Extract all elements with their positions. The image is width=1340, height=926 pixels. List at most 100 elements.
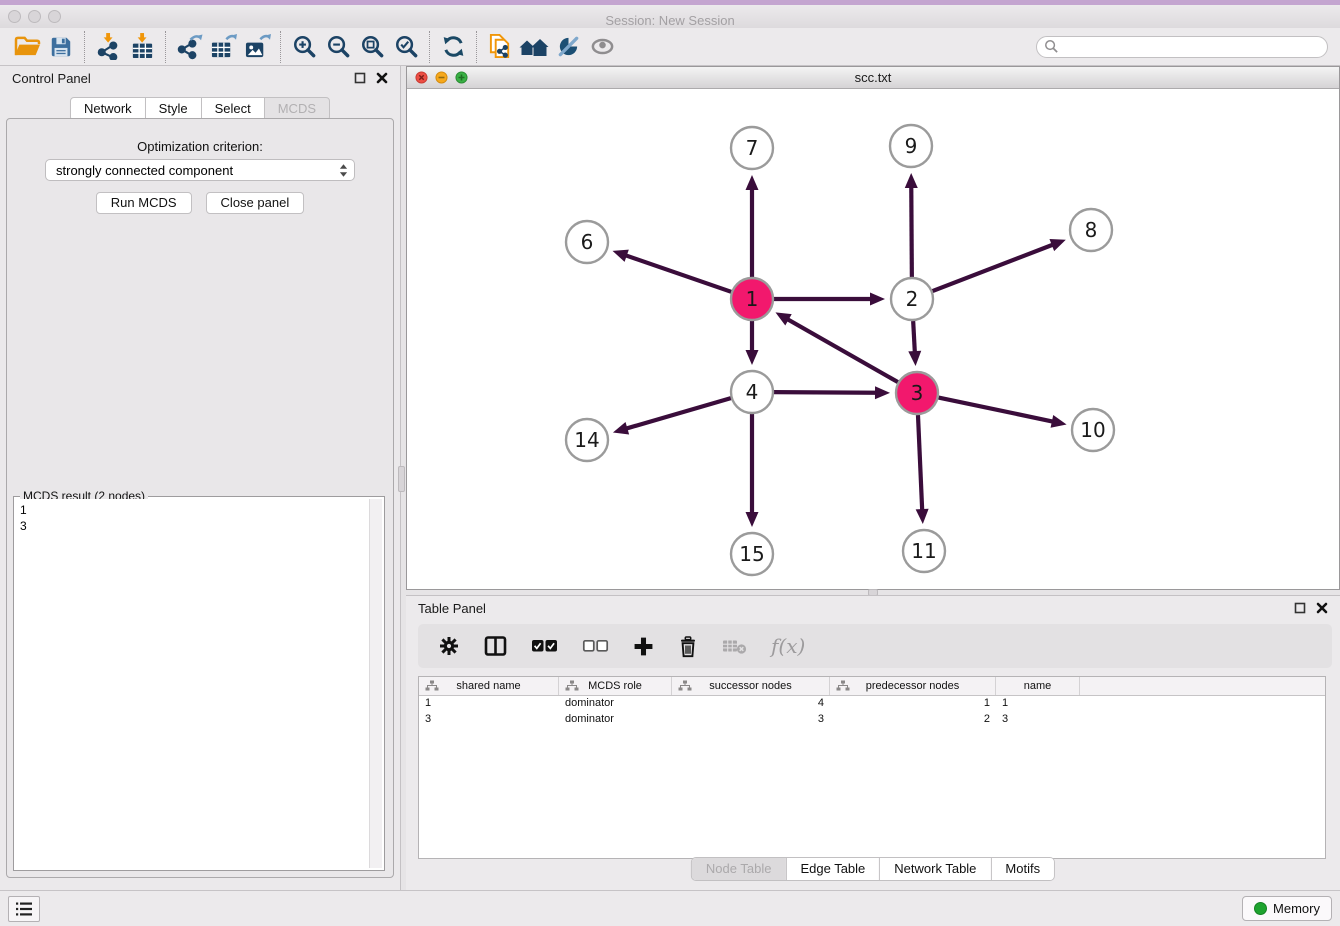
split-panel-button[interactable] xyxy=(484,631,507,661)
create-column-button[interactable] xyxy=(633,631,654,661)
graph-node-14[interactable]: 14 xyxy=(566,419,608,461)
graph-node-8[interactable]: 8 xyxy=(1070,209,1112,251)
table-panel-titlebar: Table Panel xyxy=(406,596,1340,620)
svg-text:7: 7 xyxy=(746,136,759,160)
deselect-all-checkboxes-icon xyxy=(582,639,609,653)
tab-motifs[interactable]: Motifs xyxy=(990,858,1054,880)
network-window-titlebar[interactable]: scc.txt xyxy=(407,67,1339,89)
arrowhead-icon xyxy=(1049,239,1065,251)
node-table[interactable]: shared name MCDS role successor nodes pr… xyxy=(418,676,1326,859)
export-image-button[interactable] xyxy=(240,32,274,62)
graph-node-2[interactable]: 2 xyxy=(891,278,933,320)
open-session-button[interactable] xyxy=(10,32,44,62)
function-builder-button-disabled[interactable]: f(x) xyxy=(771,631,805,661)
graph-edge-4-14[interactable] xyxy=(625,398,730,429)
select-all-button[interactable] xyxy=(531,631,558,661)
graph-node-4[interactable]: 4 xyxy=(731,371,773,413)
import-table-button[interactable] xyxy=(125,32,159,62)
graph-node-7[interactable]: 7 xyxy=(731,127,773,169)
svg-text:10: 10 xyxy=(1080,418,1105,442)
select-all-checkboxes-icon xyxy=(531,639,558,653)
close-panel-icon[interactable] xyxy=(376,72,388,84)
graph-edge-4-3[interactable] xyxy=(774,392,877,393)
column-header-predecessor-nodes[interactable]: predecessor nodes xyxy=(830,677,996,695)
memory-button[interactable]: Memory xyxy=(1242,896,1332,921)
save-icon xyxy=(49,35,73,59)
search-field[interactable] xyxy=(1036,36,1328,58)
search-input[interactable] xyxy=(1059,38,1327,56)
close-panel-icon[interactable] xyxy=(1316,602,1328,614)
cell-name: 1 xyxy=(996,696,1080,712)
network-window-title: scc.txt xyxy=(407,70,1339,85)
deselect-all-button[interactable] xyxy=(582,631,609,661)
table-panel-title: Table Panel xyxy=(418,601,486,616)
column-header-shared-name[interactable]: shared name xyxy=(419,677,559,695)
zoom-in-button[interactable] xyxy=(287,32,321,62)
export-table-button[interactable] xyxy=(206,32,240,62)
graph-node-9[interactable]: 9 xyxy=(890,125,932,167)
eye-toggle-button[interactable] xyxy=(585,32,619,62)
zoom-out-button[interactable] xyxy=(321,32,355,62)
tab-node-table[interactable]: Node Table xyxy=(692,858,786,880)
save-session-button[interactable] xyxy=(44,32,78,62)
tab-network-table[interactable]: Network Table xyxy=(879,858,990,880)
result-scrollbar[interactable] xyxy=(369,499,382,868)
arrowhead-icon xyxy=(746,175,759,190)
svg-text:4: 4 xyxy=(746,380,759,404)
criterion-dropdown[interactable]: strongly connected component xyxy=(45,159,355,181)
column-header-name[interactable]: name xyxy=(996,677,1080,695)
import-table-icon xyxy=(130,33,155,60)
welcome-screen-button[interactable] xyxy=(517,32,551,62)
export-network-button[interactable] xyxy=(172,32,206,62)
graph-edge-1-6[interactable] xyxy=(625,255,731,292)
cell-shared-name: 1 xyxy=(419,696,559,712)
zoom-fit-icon xyxy=(360,34,385,59)
delete-table-button-disabled[interactable] xyxy=(722,631,747,661)
graph-edge-3-10[interactable] xyxy=(939,398,1054,422)
toolbar-separator xyxy=(476,31,477,63)
graph-edge-2-8[interactable] xyxy=(933,244,1054,291)
graph-edge-3-1[interactable] xyxy=(787,319,898,382)
graph-node-6[interactable]: 6 xyxy=(566,221,608,263)
main-toolbar xyxy=(0,28,1340,66)
column-type-icon xyxy=(565,680,579,692)
toolbar-separator xyxy=(280,31,281,63)
table-row[interactable]: 3 dominator 3 2 3 xyxy=(419,712,1325,728)
mcds-result-list[interactable]: 1 3 xyxy=(16,499,368,868)
graph-node-10[interactable]: 10 xyxy=(1072,409,1114,451)
table-type-tabs: Node Table Edge Table Network Table Moti… xyxy=(691,857,1055,881)
search-icon xyxy=(1044,39,1059,54)
network-canvas[interactable]: 7 9 6 8 1 2 4 3 14 10 15 11 xyxy=(407,90,1339,589)
graph-node-15[interactable]: 15 xyxy=(731,533,773,575)
graph-edge-2-3[interactable] xyxy=(913,321,915,353)
tab-edge-table[interactable]: Edge Table xyxy=(785,858,879,880)
trash-icon xyxy=(678,635,698,658)
graph-edge-3-11[interactable] xyxy=(918,415,922,511)
style-toggle-button[interactable] xyxy=(551,32,585,62)
column-type-icon xyxy=(678,680,692,692)
refresh-button[interactable] xyxy=(436,32,470,62)
graph-node-11[interactable]: 11 xyxy=(903,530,945,572)
column-header-mcds-role[interactable]: MCDS role xyxy=(559,677,672,695)
open-network-file-button[interactable] xyxy=(483,32,517,62)
import-network-button[interactable] xyxy=(91,32,125,62)
delete-column-button[interactable] xyxy=(678,631,698,661)
window-title: Session: New Session xyxy=(0,13,1340,28)
close-panel-button[interactable]: Close panel xyxy=(206,192,305,214)
home-icon xyxy=(519,35,549,59)
zoom-selected-button[interactable] xyxy=(389,32,423,62)
status-bar: Memory xyxy=(0,890,1340,926)
float-panel-icon[interactable] xyxy=(354,72,366,84)
graph-node-3[interactable]: 3 xyxy=(896,372,938,414)
graph-edge-2-9[interactable] xyxy=(911,186,912,277)
column-header-successor-nodes[interactable]: successor nodes xyxy=(672,677,830,695)
optimization-criterion-label: Optimization criterion: xyxy=(7,139,393,154)
zoom-fit-button[interactable] xyxy=(355,32,389,62)
graph-node-1[interactable]: 1 xyxy=(731,278,773,320)
table-settings-button[interactable] xyxy=(438,631,460,661)
task-history-button[interactable] xyxy=(8,896,40,922)
vertical-splitter-handle[interactable] xyxy=(398,466,405,492)
run-mcds-button[interactable]: Run MCDS xyxy=(96,192,192,214)
float-panel-icon[interactable] xyxy=(1294,602,1306,614)
table-row[interactable]: 1 dominator 4 1 1 xyxy=(419,696,1325,712)
